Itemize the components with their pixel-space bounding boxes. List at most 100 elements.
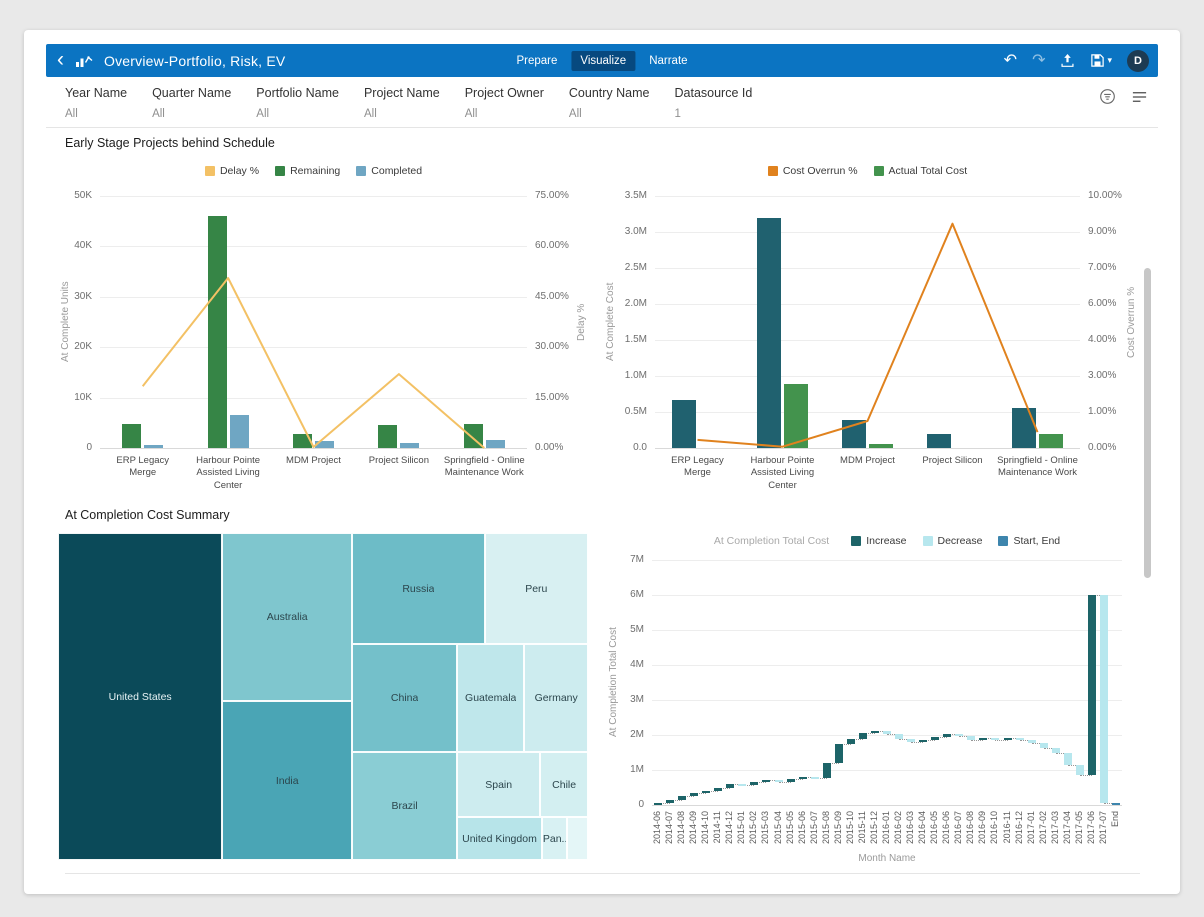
treemap-tile-brazil[interactable]: Brazil bbox=[352, 752, 457, 860]
bar-remaining[interactable] bbox=[378, 425, 397, 448]
bar-completed[interactable] bbox=[400, 443, 419, 448]
treemap-tile-peru[interactable]: Peru bbox=[485, 533, 588, 644]
waterfall-bar-increase[interactable] bbox=[714, 788, 722, 791]
waterfall-bar-decrease[interactable] bbox=[1076, 765, 1084, 776]
treemap-tile-pan-[interactable]: Pan... bbox=[542, 817, 567, 860]
legend-item-start-end[interactable]: Start, End bbox=[998, 535, 1060, 547]
filter-datasource-id[interactable]: Datasource Id 1 bbox=[675, 86, 753, 120]
treemap-tile-blank[interactable] bbox=[567, 817, 588, 860]
bar-at-complete-cost[interactable] bbox=[672, 400, 696, 448]
treemap-tile-guatemala[interactable]: Guatemala bbox=[457, 644, 524, 752]
waterfall-bar-increase[interactable] bbox=[702, 791, 710, 793]
bar-at-complete-cost[interactable] bbox=[927, 434, 951, 448]
treemap-tile-australia[interactable]: Australia bbox=[222, 533, 352, 701]
filter-controls-icon[interactable] bbox=[1099, 88, 1116, 105]
filter-project-name[interactable]: Project Name All bbox=[364, 86, 440, 120]
redo-icon[interactable]: ↷ bbox=[1032, 53, 1045, 69]
save-caret-icon[interactable]: ▾ bbox=[1107, 56, 1112, 65]
waterfall-bar-decrease[interactable] bbox=[1100, 595, 1108, 803]
treemap-tile-united-states[interactable]: United States bbox=[58, 533, 222, 860]
waterfall-bar-increase[interactable] bbox=[690, 793, 698, 796]
treemap-tile-united-kingdom[interactable]: United Kingdom bbox=[457, 817, 542, 860]
waterfall-bar-decrease[interactable] bbox=[1064, 753, 1072, 765]
legend-item-delay[interactable]: Delay % bbox=[205, 165, 259, 177]
waterfall-bar-startend[interactable] bbox=[1112, 803, 1120, 805]
waterfall-bar-increase[interactable] bbox=[847, 739, 855, 744]
treemap-tile-china[interactable]: China bbox=[352, 644, 457, 752]
waterfall-bar-increase[interactable] bbox=[654, 803, 662, 805]
waterfall-bar-decrease[interactable] bbox=[967, 736, 975, 740]
waterfall-bar-decrease[interactable] bbox=[1016, 738, 1024, 740]
tab-prepare[interactable]: Prepare bbox=[507, 51, 566, 71]
bar-at-complete-cost[interactable] bbox=[842, 420, 866, 448]
legend-item-decrease[interactable]: Decrease bbox=[923, 535, 983, 547]
waterfall-bar-increase[interactable] bbox=[871, 731, 879, 733]
canvas-menu-icon[interactable] bbox=[1131, 90, 1148, 104]
waterfall-bar-increase[interactable] bbox=[943, 734, 951, 736]
treemap-tile-russia[interactable]: Russia bbox=[352, 533, 485, 644]
filter-year-name[interactable]: Year Name All bbox=[65, 86, 127, 120]
legend-item-increase[interactable]: Increase bbox=[851, 535, 906, 547]
avatar[interactable]: D bbox=[1127, 50, 1149, 72]
waterfall-bar-increase[interactable] bbox=[762, 780, 770, 782]
treemap-tile-india[interactable]: India bbox=[222, 701, 352, 860]
waterfall-bar-decrease[interactable] bbox=[955, 734, 963, 736]
waterfall-bar-decrease[interactable] bbox=[1040, 743, 1048, 748]
line-delay-[interactable] bbox=[100, 196, 527, 448]
waterfall-bar-increase[interactable] bbox=[919, 740, 927, 742]
bar-completed[interactable] bbox=[486, 440, 505, 448]
bar-remaining[interactable] bbox=[122, 424, 141, 448]
waterfall-bar-increase[interactable] bbox=[750, 782, 758, 786]
waterfall-bar-increase[interactable] bbox=[678, 796, 686, 800]
legend-item-completed[interactable]: Completed bbox=[356, 165, 422, 177]
bar-actual-total-cost[interactable] bbox=[869, 444, 893, 448]
waterfall-bar-increase[interactable] bbox=[931, 737, 939, 740]
waterfall-bar-increase[interactable] bbox=[979, 738, 987, 740]
tab-visualize[interactable]: Visualize bbox=[571, 51, 635, 71]
waterfall-bar-decrease[interactable] bbox=[907, 739, 915, 742]
filter-project-owner[interactable]: Project Owner All bbox=[465, 86, 544, 120]
legend-item-actual-total-cost[interactable]: Actual Total Cost bbox=[874, 165, 968, 177]
tab-narrate[interactable]: Narrate bbox=[640, 51, 696, 71]
bar-completed[interactable] bbox=[315, 441, 334, 448]
legend-item-cost-overrun[interactable]: Cost Overrun % bbox=[768, 165, 858, 177]
waterfall-bar-decrease[interactable] bbox=[895, 734, 903, 739]
waterfall-bar-decrease[interactable] bbox=[991, 738, 999, 740]
waterfall-bar-increase[interactable] bbox=[787, 779, 795, 781]
filter-portfolio-name[interactable]: Portfolio Name All bbox=[256, 86, 339, 120]
waterfall-bar-increase[interactable] bbox=[799, 777, 807, 779]
waterfall-bar-increase[interactable] bbox=[859, 733, 867, 738]
treemap-tile-germany[interactable]: Germany bbox=[524, 644, 588, 752]
waterfall-bar-increase[interactable] bbox=[726, 784, 734, 788]
waterfall-bar-increase[interactable] bbox=[823, 763, 831, 778]
bar-remaining[interactable] bbox=[464, 424, 483, 448]
treemap-tile-spain[interactable]: Spain bbox=[457, 752, 540, 817]
waterfall-bar-increase[interactable] bbox=[1088, 595, 1096, 775]
line-cost-overrun-[interactable] bbox=[655, 196, 1080, 448]
waterfall-bar-increase[interactable] bbox=[666, 800, 674, 802]
export-icon[interactable] bbox=[1060, 53, 1075, 68]
vertical-scrollbar[interactable] bbox=[1144, 268, 1151, 578]
filter-country-name[interactable]: Country Name All bbox=[569, 86, 650, 120]
bar-at-complete-cost[interactable] bbox=[1012, 408, 1036, 448]
waterfall-bar-decrease[interactable] bbox=[775, 780, 783, 782]
bar-remaining[interactable] bbox=[208, 216, 227, 448]
filter-quarter-name[interactable]: Quarter Name All bbox=[152, 86, 231, 120]
waterfall-bar-decrease[interactable] bbox=[1052, 748, 1060, 753]
waterfall-bar-decrease[interactable] bbox=[738, 784, 746, 786]
undo-icon[interactable]: ↶ bbox=[1004, 53, 1017, 69]
bar-actual-total-cost[interactable] bbox=[784, 384, 808, 448]
waterfall-bar-increase[interactable] bbox=[1004, 738, 1012, 740]
back-button[interactable]: ‹ bbox=[57, 49, 64, 70]
legend-item-remaining[interactable]: Remaining bbox=[275, 165, 340, 177]
treemap-tile-chile[interactable]: Chile bbox=[540, 752, 588, 817]
bar-completed[interactable] bbox=[144, 445, 163, 448]
bar-actual-total-cost[interactable] bbox=[1039, 434, 1063, 448]
waterfall-bar-decrease[interactable] bbox=[811, 777, 819, 779]
waterfall-bar-increase[interactable] bbox=[835, 744, 843, 763]
save-button[interactable]: ▾ bbox=[1090, 53, 1112, 68]
waterfall-bar-decrease[interactable] bbox=[1028, 740, 1036, 744]
bar-completed[interactable] bbox=[230, 415, 249, 448]
waterfall-bar-decrease[interactable] bbox=[883, 731, 891, 735]
bar-remaining[interactable] bbox=[293, 434, 312, 448]
